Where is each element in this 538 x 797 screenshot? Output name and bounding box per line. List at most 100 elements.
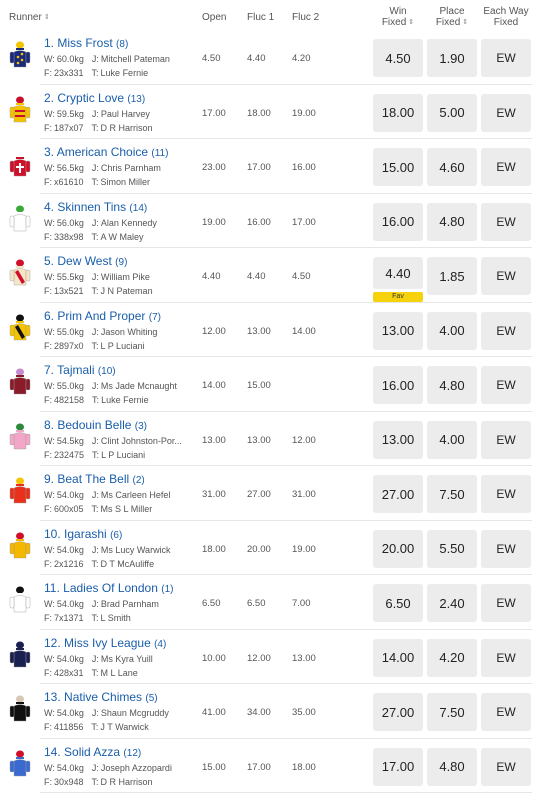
each-way-button[interactable]: EW <box>481 693 531 731</box>
open-odds: 17.00 <box>202 107 226 119</box>
fluc1-odds: 17.00 <box>247 761 271 773</box>
place-fixed-button[interactable]: 4.00 <box>427 311 477 350</box>
runner-name-link[interactable]: 2. Cryptic Love (13) <box>44 91 145 105</box>
place-fixed-button[interactable]: 2.40 <box>427 584 477 622</box>
win-fixed-button[interactable]: 27.00 <box>373 693 423 731</box>
win-fixed-button[interactable]: 18.00 <box>373 93 423 132</box>
runner-name-link[interactable]: 10. Igarashi (6) <box>44 527 122 541</box>
trainer-label: T: <box>91 613 99 623</box>
runner-name-link[interactable]: 1. Miss Frost (8) <box>44 36 128 50</box>
form-label: F: <box>44 231 52 242</box>
trainer-name: J N Pateman <box>100 286 153 296</box>
jockey-label: J: <box>91 272 99 282</box>
form-label: F: <box>44 722 52 732</box>
runner-row: 2. Cryptic Love (13) W: 59.5kg J: Paul Harve… <box>0 85 538 139</box>
each-way-button[interactable]: EW <box>481 311 531 350</box>
open-odds: 15.00 <box>202 761 226 773</box>
fluc2-odds: 4.50 <box>292 271 311 282</box>
place-fixed-button[interactable]: 5.50 <box>427 529 477 568</box>
place-fixed-button[interactable]: 5.00 <box>427 93 477 132</box>
place-fixed-button[interactable]: 4.80 <box>427 366 477 404</box>
place-fixed-column-header[interactable]: Place Fixed ⇕ <box>427 6 477 28</box>
trainer-name: D R Harrison <box>100 776 153 787</box>
jockey-name: Ms Lucy Warwick <box>100 544 171 555</box>
each-way-button[interactable]: EW <box>481 202 531 241</box>
sort-arrows-icon[interactable]: ⇕ <box>408 17 414 28</box>
runner-name-link[interactable]: 14. Solid Azza (12) <box>44 745 141 759</box>
win-fixed-column-header[interactable]: Win Fixed ⇕ <box>373 6 423 28</box>
place-fixed-button[interactable]: 4.20 <box>427 638 477 677</box>
win-fixed-button[interactable]: 13.00 <box>373 311 423 350</box>
weight-value: 54.0kg <box>56 653 84 664</box>
place-fixed-button[interactable]: 1.85 <box>427 257 477 295</box>
trainer-name: J T Warwick <box>100 722 149 732</box>
place-fixed-button[interactable]: 1.90 <box>427 39 477 77</box>
win-fixed-button[interactable]: 15.00 <box>373 148 423 186</box>
each-way-button[interactable]: EW <box>481 747 531 786</box>
weight-value: 55.0kg <box>56 381 84 391</box>
runner-name-link[interactable]: 7. Tajmali (10) <box>44 363 116 377</box>
win-fixed-button[interactable]: 16.00 <box>373 366 423 404</box>
trainer-name: D R Harrison <box>100 122 153 133</box>
form-trainer-line: F: 428x31 T: M L Lane <box>44 668 138 678</box>
each-way-button[interactable]: EW <box>481 420 531 459</box>
form-value: 187x07 <box>54 122 84 133</box>
win-fixed-button[interactable]: 16.00 <box>373 202 423 241</box>
sort-arrows-icon[interactable]: ⇕ <box>462 17 468 28</box>
trainer-label: T: <box>91 177 99 187</box>
runner-name-link[interactable]: 11. Ladies Of London (1) <box>44 581 173 595</box>
win-fixed-button[interactable]: 13.00 <box>373 420 423 459</box>
runner-name-link[interactable]: 13. Native Chimes (5) <box>44 690 158 704</box>
each-way-button[interactable]: EW <box>481 475 531 513</box>
each-way-button[interactable]: EW <box>481 148 531 186</box>
fluc1-odds: 34.00 <box>247 707 271 718</box>
form-label: F: <box>44 68 52 78</box>
win-fixed-button[interactable]: 4.40 <box>373 257 423 289</box>
jockey-silks-icon <box>8 149 32 179</box>
place-fixed-button[interactable]: 4.80 <box>427 202 477 241</box>
runner-name-link[interactable]: 3. American Choice (11) <box>44 145 168 159</box>
each-way-button[interactable]: EW <box>481 366 531 404</box>
each-way-button[interactable]: EW <box>481 529 531 568</box>
win-fixed-button[interactable]: 6.50 <box>373 584 423 622</box>
fluc1-odds: 6.50 <box>247 598 266 609</box>
sort-arrows-icon[interactable]: ⇕ <box>44 12 50 23</box>
trainer-label: T: <box>91 667 99 678</box>
each-way-button[interactable]: EW <box>481 584 531 622</box>
runner-name-link[interactable]: 8. Bedouin Belle (3) <box>44 418 147 432</box>
win-fixed-button[interactable]: 17.00 <box>373 747 423 786</box>
jockey-silks-icon <box>8 313 32 343</box>
runner-name-link[interactable]: 9. Beat The Bell (2) <box>44 472 145 486</box>
weight-value: 56.5kg <box>56 163 84 173</box>
trainer-name: Ms S L Miller <box>100 504 153 514</box>
form-value: x61610 <box>54 177 84 187</box>
each-way-button[interactable]: EW <box>481 257 531 295</box>
each-way-button[interactable]: EW <box>481 638 531 677</box>
runner-name-link[interactable]: 4. Skinnen Tins (14) <box>44 200 147 214</box>
runner-name-link[interactable]: 12. Miss Ivy League (4) <box>44 636 166 650</box>
row-divider <box>40 792 532 793</box>
jockey-silks-icon <box>8 694 32 724</box>
fixed-header-label: Fixed <box>435 17 461 28</box>
runner-name: Prim And Proper <box>57 308 146 323</box>
place-fixed-button[interactable]: 4.80 <box>427 747 477 786</box>
win-fixed-button[interactable]: 4.50 <box>373 39 423 77</box>
runner-name-link[interactable]: 6. Prim And Proper (7) <box>44 309 161 323</box>
place-fixed-button[interactable]: 7.50 <box>427 693 477 731</box>
runner-name-link[interactable]: 5. Dew West (9) <box>44 254 127 268</box>
win-fixed-button[interactable]: 20.00 <box>373 529 423 568</box>
runner-name: Bedouin Belle <box>57 417 132 432</box>
win-fixed-button[interactable]: 14.00 <box>373 638 423 677</box>
weight-label: W: <box>44 653 55 664</box>
place-fixed-button[interactable]: 7.50 <box>427 475 477 513</box>
each-way-button[interactable]: EW <box>481 93 531 132</box>
win-fixed-button[interactable]: 27.00 <box>373 475 423 513</box>
runner-column-header[interactable]: Runner ⇕ <box>9 12 50 23</box>
form-trainer-line: F: 13x521 T: J N Pateman <box>44 286 153 296</box>
weight-label: W: <box>44 108 55 119</box>
each-way-button[interactable]: EW <box>481 39 531 77</box>
place-fixed-button[interactable]: 4.60 <box>427 148 477 186</box>
jockey-silks-icon <box>8 476 32 506</box>
fluc2-odds: 12.00 <box>292 434 316 446</box>
place-fixed-button[interactable]: 4.00 <box>427 420 477 459</box>
